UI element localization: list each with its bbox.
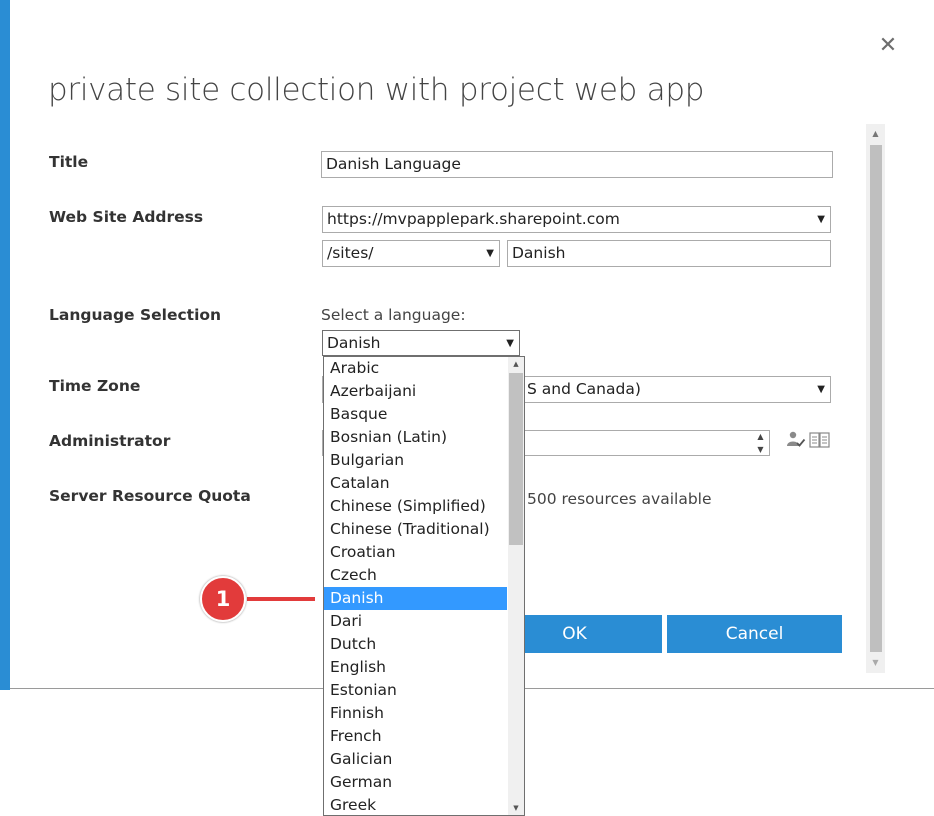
language-selection-label: Language Selection [49, 306, 222, 324]
dialog-scrollbar[interactable]: ▲ ▼ [866, 124, 885, 673]
close-icon[interactable]: ✕ [877, 34, 899, 58]
language-hint: Select a language: [321, 306, 466, 324]
scroll-down-icon[interactable]: ▼ [866, 655, 885, 671]
language-select-value: Danish [327, 334, 381, 352]
language-option[interactable]: Bosnian (Latin) [324, 426, 507, 449]
administrator-spinner[interactable]: ▲ ▼ [752, 430, 769, 456]
language-option[interactable]: English [324, 656, 507, 679]
language-option[interactable]: Greek [324, 794, 507, 815]
chevron-down-icon: ▼ [817, 384, 825, 395]
url-select[interactable]: https://mvpapplepark.sharepoint.com ▼ [322, 206, 831, 233]
language-option[interactable]: Estonian [324, 679, 507, 702]
path-select[interactable]: /sites/ ▼ [322, 240, 500, 267]
resources-available-text: 500 resources available [527, 490, 712, 508]
language-option[interactable]: Bulgarian [324, 449, 507, 472]
site-name-input[interactable]: Danish [507, 240, 831, 267]
chevron-down-icon: ▼ [486, 248, 494, 259]
callout-pointer-line [247, 597, 315, 601]
address-book-icon[interactable] [809, 430, 831, 450]
language-option[interactable]: Arabic [324, 357, 507, 380]
language-option[interactable]: Azerbaijani [324, 380, 507, 403]
server-resource-quota-label: Server Resource Quota [49, 487, 251, 505]
language-option[interactable]: Dari [324, 610, 507, 633]
scroll-up-icon[interactable]: ▲ [866, 126, 885, 142]
scroll-up-icon[interactable]: ▲ [508, 357, 524, 371]
title-label: Title [49, 153, 89, 171]
language-option[interactable]: Dutch [324, 633, 507, 656]
cancel-button[interactable]: Cancel [667, 615, 842, 653]
language-option[interactable]: Basque [324, 403, 507, 426]
language-option[interactable]: Finnish [324, 702, 507, 725]
title-input[interactable]: Danish Language [321, 151, 833, 178]
language-option[interactable]: French [324, 725, 507, 748]
language-option[interactable]: Chinese (Simplified) [324, 495, 507, 518]
scroll-down-icon[interactable]: ▼ [508, 801, 524, 815]
time-zone-label: Time Zone [49, 377, 141, 395]
language-option[interactable]: German [324, 771, 507, 794]
administrator-label: Administrator [49, 432, 171, 450]
web-site-address-label: Web Site Address [49, 208, 204, 226]
chevron-down-icon: ▼ [506, 338, 514, 349]
scrollbar-thumb[interactable] [509, 373, 523, 545]
language-dropdown-list[interactable]: ▲ ▼ Arabic Azerbaijani Basque Bosnian (Lati… [323, 356, 525, 816]
spinner-down-icon[interactable]: ▼ [752, 443, 769, 456]
language-select[interactable]: Danish ▼ [322, 330, 520, 356]
dialog-title: private site collection with project web… [48, 72, 705, 108]
language-option[interactable]: Chinese (Traditional) [324, 518, 507, 541]
callout-badge: 1 [200, 576, 246, 622]
language-option[interactable]: Galician [324, 748, 507, 771]
people-check-icon[interactable] [786, 430, 806, 450]
url-select-value: https://mvpapplepark.sharepoint.com [327, 210, 620, 228]
dialog-left-accent [0, 0, 10, 690]
spinner-up-icon[interactable]: ▲ [752, 430, 769, 443]
language-list-scrollbar[interactable]: ▲ ▼ [508, 357, 524, 815]
chevron-down-icon: ▼ [817, 214, 825, 225]
language-option[interactable]: Catalan [324, 472, 507, 495]
language-option[interactable]: Croatian [324, 541, 507, 564]
scrollbar-thumb[interactable] [870, 145, 882, 652]
time-zone-value: S and Canada) [527, 380, 641, 398]
language-option[interactable]: Danish [324, 587, 507, 610]
path-select-value: /sites/ [327, 244, 374, 262]
language-option[interactable]: Czech [324, 564, 507, 587]
